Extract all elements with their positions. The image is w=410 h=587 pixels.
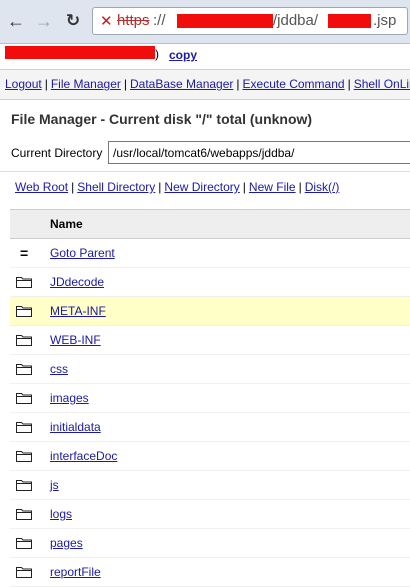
toolbar-separator: | — [158, 180, 162, 194]
page-title: File Manager - Current disk "/" total (u… — [11, 111, 313, 127]
toolbar-separator: | — [71, 180, 75, 194]
table-row: interfaceDoc — [10, 442, 410, 471]
folder-link[interactable]: JDdecode — [50, 275, 104, 289]
url-extension: .jsp — [373, 12, 397, 29]
folder-icon — [16, 479, 32, 491]
folder-link[interactable]: WEB-INF — [50, 333, 101, 347]
table-row: css — [10, 355, 410, 384]
folder-link[interactable]: js — [50, 478, 59, 492]
redaction — [177, 14, 273, 28]
table-row: pages — [10, 529, 410, 558]
url-scheme: https — [117, 12, 150, 29]
table-row: WEB-INF — [10, 326, 410, 355]
folder-icon — [16, 537, 32, 549]
folder-icon — [16, 305, 32, 317]
menu-item-database-manager[interactable]: DataBase Manager — [130, 77, 233, 91]
menu-item-file-manager[interactable]: File Manager — [51, 77, 121, 91]
name-column-header: Name — [50, 217, 83, 231]
folder-icon — [16, 392, 32, 404]
toolbar-link-shell-directory[interactable]: Shell Directory — [77, 180, 155, 194]
folder-link[interactable]: reportFile — [50, 565, 101, 579]
folder-link[interactable]: interfaceDoc — [50, 449, 117, 463]
main-menu: Logout | File Manager | DataBase Manager | Exe… — [0, 69, 410, 100]
redaction — [5, 46, 155, 59]
reload-icon[interactable]: ↻ — [63, 11, 83, 31]
table-row: JDdecode — [10, 268, 410, 297]
menu-item-logout[interactable]: Logout — [5, 77, 42, 91]
table-row: META-INF — [10, 297, 410, 326]
copy-link[interactable]: copy — [169, 48, 197, 62]
table-header: Name — [10, 209, 410, 239]
folder-icon — [16, 276, 32, 288]
folder-link[interactable]: pages — [50, 536, 83, 550]
toolbar-link-web-root[interactable]: Web Root — [15, 180, 68, 194]
goto-parent-link[interactable]: Goto Parent — [50, 246, 115, 260]
forward-arrow-icon[interactable]: → — [34, 11, 54, 31]
folder-icon — [16, 363, 32, 375]
toolbar-link-new-directory[interactable]: New Directory — [164, 180, 239, 194]
folder-link[interactable]: images — [50, 391, 89, 405]
url-path: /jddba/ — [273, 12, 319, 29]
menu-separator: | — [123, 77, 127, 91]
folder-link[interactable]: initialdata — [50, 420, 101, 434]
folder-link[interactable]: logs — [50, 507, 72, 521]
folder-icon — [16, 508, 32, 520]
menu-separator: | — [44, 77, 48, 91]
table-row: = Goto Parent — [10, 239, 410, 268]
redaction — [328, 14, 371, 28]
folder-icon — [16, 334, 32, 346]
menu-item-shell-online[interactable]: Shell OnLine — [354, 77, 410, 91]
menu-item-execute-command[interactable]: Execute Command — [243, 77, 345, 91]
url-separator: :// — [153, 12, 166, 29]
table-row: initialdata — [10, 413, 410, 442]
menu-separator: | — [236, 77, 240, 91]
table-row: js — [10, 471, 410, 500]
address-bar[interactable]: ✕ https :// /jddba/ .jsp — [92, 7, 408, 35]
toolbar-separator: | — [242, 180, 246, 194]
browser-toolbar: ← → ↻ ✕ https :// /jddba/ .jsp — [0, 0, 410, 44]
toolbar-separator: | — [298, 180, 302, 194]
parent-icon: = — [20, 245, 29, 261]
back-arrow-icon[interactable]: ← — [6, 11, 26, 31]
table-row: logs — [10, 500, 410, 529]
current-directory-input[interactable] — [108, 141, 410, 164]
folder-link[interactable]: META-INF — [50, 304, 106, 318]
current-directory-label: Current Directory — [11, 146, 103, 160]
toolbar-link-disk[interactable]: Disk(/) — [305, 180, 340, 194]
divider — [0, 171, 410, 172]
file-toolbar: Web Root | Shell Directory | New Directory | N… — [15, 180, 339, 194]
header-paren: ) — [155, 47, 159, 61]
file-table: Name = Goto Parent JDdecode META-INF WEB-I… — [10, 209, 410, 587]
folder-icon — [16, 421, 32, 433]
toolbar-link-new-file[interactable]: New File — [249, 180, 296, 194]
folder-icon — [16, 566, 32, 578]
folder-link[interactable]: css — [50, 362, 68, 376]
table-row: reportFile — [10, 558, 410, 587]
menu-separator: | — [347, 77, 351, 91]
table-row: images — [10, 384, 410, 413]
folder-icon — [16, 450, 32, 462]
insecure-x-icon: ✕ — [100, 13, 113, 30]
